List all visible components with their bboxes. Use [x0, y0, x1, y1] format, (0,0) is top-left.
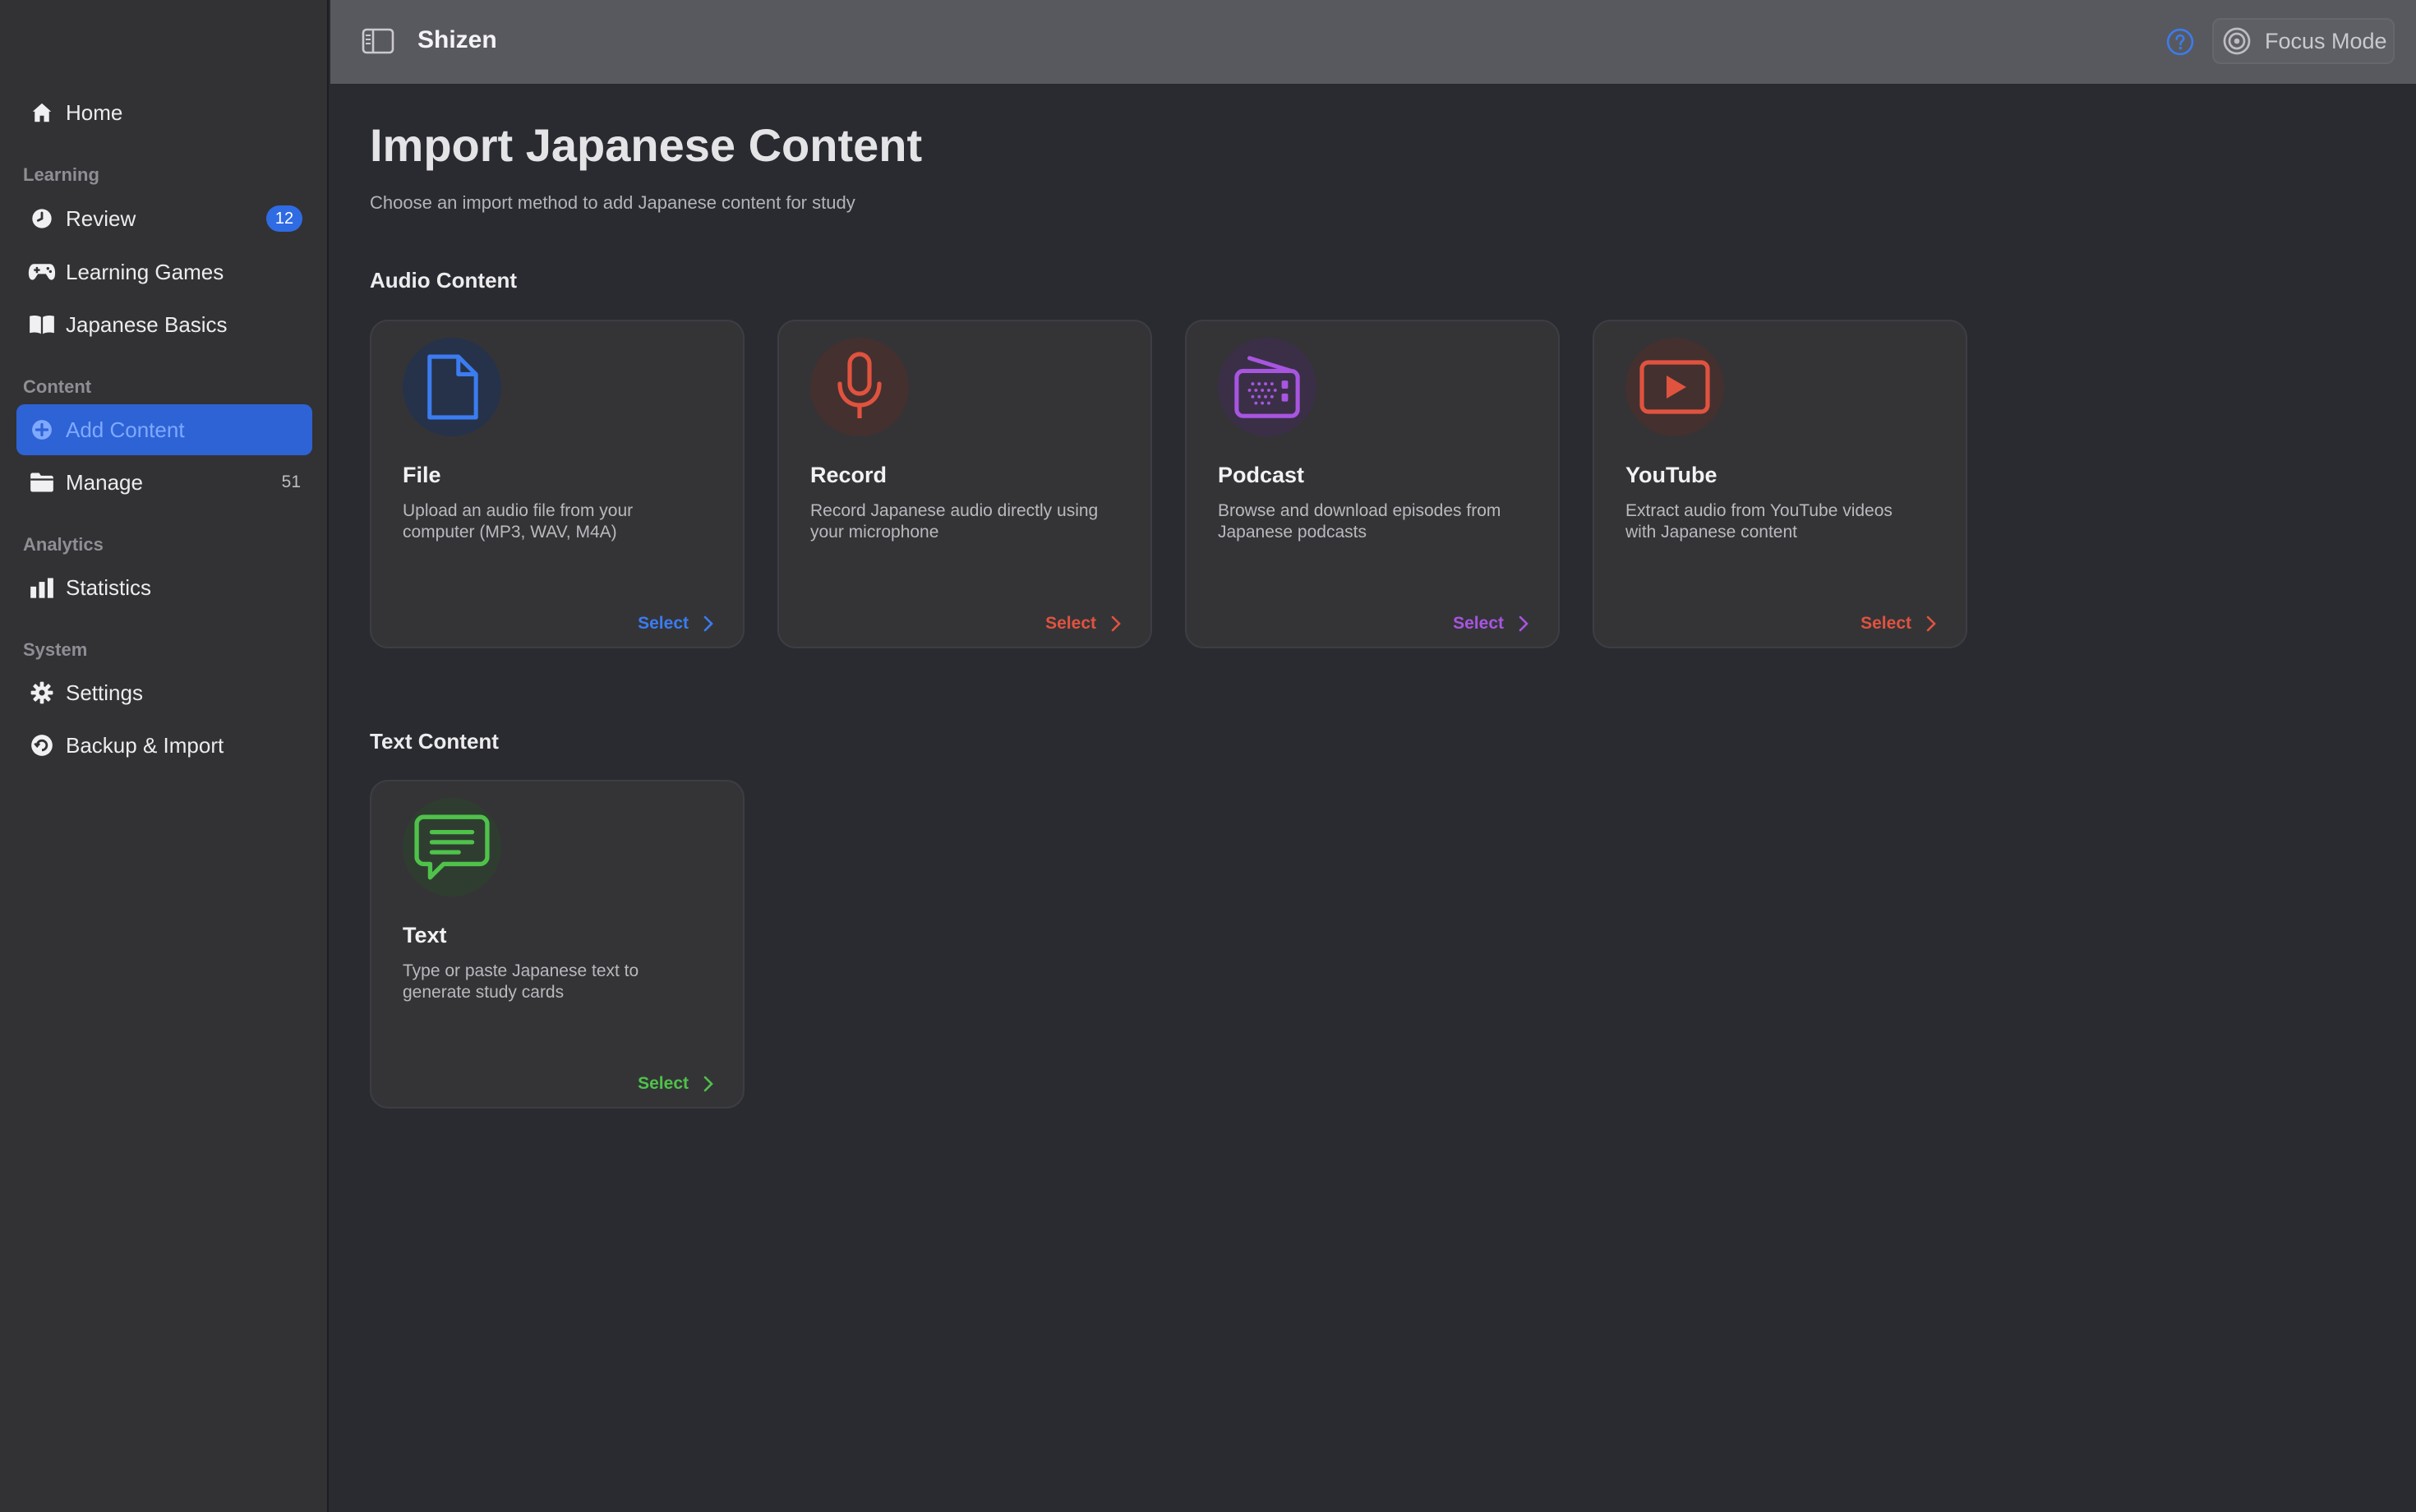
select-button[interactable]: Select: [638, 614, 713, 634]
chevron-right-icon: [1111, 615, 1121, 632]
audio-section-title: Audio Content: [370, 268, 518, 293]
focus-mode-label: Focus Mode: [2265, 28, 2387, 53]
card-description: Browse and download episodes from Japane…: [1218, 501, 1501, 542]
sidebar-item-label: Learning Games: [66, 259, 224, 284]
book-icon: [28, 311, 56, 339]
sidebar-item-settings[interactable]: Settings: [16, 667, 312, 718]
select-label: Select: [1860, 614, 1911, 633]
target-icon: [2222, 26, 2252, 56]
chevron-right-icon: [703, 615, 713, 632]
import-card-podcast[interactable]: Podcast Browse and download episodes fro…: [1185, 320, 1560, 648]
sidebar-toggle-icon[interactable]: [362, 28, 394, 58]
sidebar-item-statistics[interactable]: Statistics: [16, 562, 312, 613]
sidebar-item-label: Home: [66, 99, 123, 125]
card-description: Record Japanese audio directly using you…: [810, 501, 1099, 542]
sidebar-item-label: Manage: [66, 469, 143, 495]
sidebar-item-manage[interactable]: Manage 51: [16, 457, 312, 508]
card-title: File: [403, 463, 441, 487]
select-label: Select: [638, 614, 689, 633]
help-icon[interactable]: [2166, 28, 2194, 60]
section-label-learning: Learning: [23, 164, 99, 185]
sidebar-item-japanese-basics[interactable]: Japanese Basics: [16, 299, 312, 350]
sidebar: Home Learning Review 12 Learning Games J…: [0, 0, 329, 1512]
clock-icon: [28, 205, 56, 233]
focus-mode-button[interactable]: Focus Mode: [2212, 18, 2395, 64]
select-label: Select: [1453, 614, 1504, 633]
house-icon: [28, 99, 56, 127]
section-label-content: Content: [23, 376, 92, 397]
select-button[interactable]: Select: [638, 1074, 713, 1094]
folder-icon: [28, 468, 56, 496]
sidebar-item-label: Add Content: [66, 417, 185, 442]
toolbar: [330, 0, 2416, 85]
chart-bar-icon: [28, 574, 56, 602]
section-label-analytics: Analytics: [23, 534, 104, 555]
manage-count: 51: [281, 472, 301, 491]
select-label: Select: [1045, 614, 1096, 633]
import-card-text[interactable]: Text Type or paste Japanese text to gene…: [370, 780, 745, 1109]
backup-restore-icon: [28, 731, 56, 759]
gamecontroller-icon: [28, 258, 56, 286]
chevron-right-icon: [703, 1076, 713, 1092]
app-title: Shizen: [417, 26, 497, 53]
import-card-youtube[interactable]: YouTube Extract audio from YouTube video…: [1593, 320, 1967, 648]
file-icon: [403, 338, 501, 436]
radio-icon: [1218, 338, 1316, 436]
card-title: Text: [403, 923, 447, 947]
chevron-right-icon: [1926, 615, 1936, 632]
import-card-record[interactable]: Record Record Japanese audio directly us…: [777, 320, 1152, 648]
sidebar-item-backup-import[interactable]: Backup & Import: [16, 720, 312, 771]
sidebar-item-label: Review: [66, 205, 136, 231]
microphone-icon: [810, 338, 909, 436]
play-rectangle-icon: [1625, 338, 1724, 436]
card-description: Extract audio from YouTube videos with J…: [1625, 501, 1893, 542]
section-label-system: System: [23, 639, 88, 660]
select-button[interactable]: Select: [1860, 614, 1936, 634]
sidebar-item-label: Backup & Import: [66, 732, 224, 758]
sidebar-item-home[interactable]: Home: [16, 87, 312, 138]
page-subtitle: Choose an import method to add Japanese …: [370, 192, 855, 213]
sidebar-item-review[interactable]: Review 12: [16, 193, 312, 244]
card-description: Type or paste Japanese text to generate …: [403, 961, 639, 1002]
gear-icon: [28, 679, 56, 707]
message-bubble-icon: [403, 798, 501, 897]
select-button[interactable]: Select: [1453, 614, 1528, 634]
sidebar-item-label: Japanese Basics: [66, 311, 228, 337]
sidebar-item-learning-games[interactable]: Learning Games: [16, 247, 312, 297]
chevron-right-icon: [1519, 615, 1528, 632]
text-section-title: Text Content: [370, 729, 499, 754]
card-description: Upload an audio file from your computer …: [403, 501, 634, 542]
card-title: Record: [810, 463, 888, 487]
import-card-file[interactable]: File Upload an audio file from your comp…: [370, 320, 745, 648]
page-title: Import Japanese Content: [370, 119, 923, 171]
review-count-badge: 12: [266, 205, 302, 232]
sidebar-item-label: Settings: [66, 680, 143, 705]
card-title: Podcast: [1218, 463, 1305, 487]
sidebar-item-add-content[interactable]: Add Content: [16, 404, 312, 455]
select-button[interactable]: Select: [1045, 614, 1121, 634]
select-label: Select: [638, 1074, 689, 1093]
sidebar-item-label: Statistics: [66, 574, 152, 600]
card-title: YouTube: [1625, 463, 1717, 487]
plus-circle-icon: [28, 416, 56, 444]
